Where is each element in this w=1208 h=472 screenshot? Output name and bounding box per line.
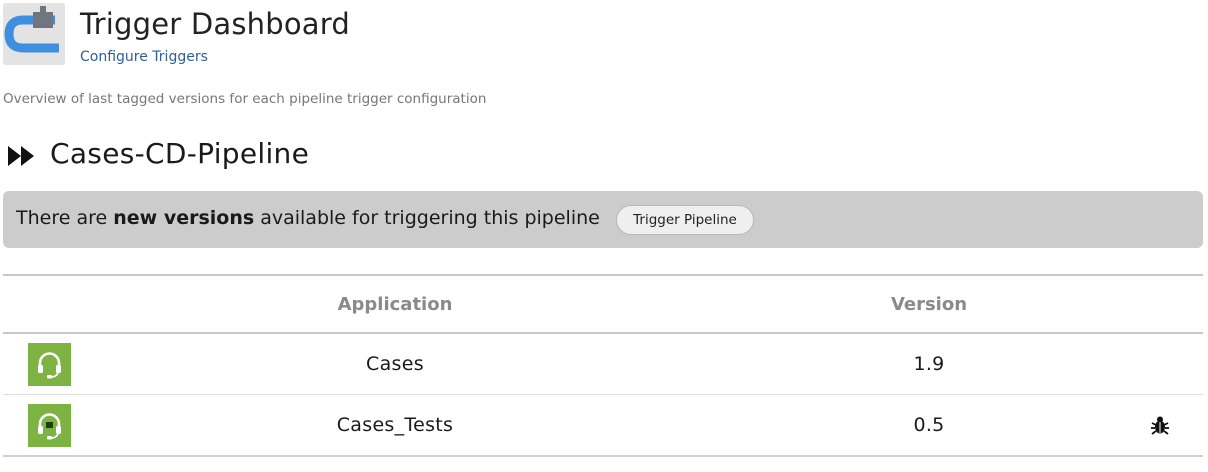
page-title: Trigger Dashboard bbox=[80, 7, 350, 41]
table-row: Cases 1.9 bbox=[3, 333, 1203, 395]
header-version: Version bbox=[719, 274, 1139, 334]
new-versions-notice: There are new versions available for tri… bbox=[3, 191, 1203, 248]
overview-text: Overview of last tagged versions for eac… bbox=[3, 91, 487, 107]
application-version: 1.9 bbox=[719, 333, 1139, 395]
notice-suffix: available for triggering this pipeline bbox=[254, 207, 600, 229]
row-extra-cell bbox=[1139, 333, 1203, 395]
headset-icon bbox=[28, 342, 71, 386]
header-application: Application bbox=[71, 274, 719, 334]
row-extra-cell bbox=[1139, 394, 1203, 457]
row-icon-cell bbox=[3, 394, 71, 457]
fast-forward-icon bbox=[8, 146, 34, 166]
pipeline-icon bbox=[3, 3, 65, 65]
configure-triggers-link[interactable]: Configure Triggers bbox=[80, 49, 208, 65]
bug-icon[interactable] bbox=[1149, 414, 1171, 436]
row-icon-cell bbox=[3, 333, 71, 395]
notice-prefix: There are bbox=[16, 207, 114, 229]
header-extra-column bbox=[1139, 274, 1203, 334]
header-icon-column bbox=[3, 274, 71, 334]
application-version: 0.5 bbox=[719, 394, 1139, 457]
trigger-pipeline-button[interactable]: Trigger Pipeline bbox=[616, 205, 754, 235]
table-header-row: Application Version bbox=[3, 274, 1203, 334]
application-name: Cases_Tests bbox=[71, 394, 719, 457]
application-name: Cases bbox=[71, 333, 719, 395]
applications-table: Application Version Cases 1.9 Cases_Test… bbox=[3, 274, 1203, 457]
notice-text: There are new versions available for tri… bbox=[16, 207, 600, 229]
notice-emphasis: new versions bbox=[113, 207, 255, 229]
table-row: Cases_Tests 0.5 bbox=[3, 394, 1203, 457]
page-header: Trigger Dashboard Configure Triggers bbox=[3, 3, 603, 67]
pipeline-name: Cases-CD-Pipeline bbox=[50, 137, 310, 170]
headset-icon bbox=[28, 403, 71, 447]
